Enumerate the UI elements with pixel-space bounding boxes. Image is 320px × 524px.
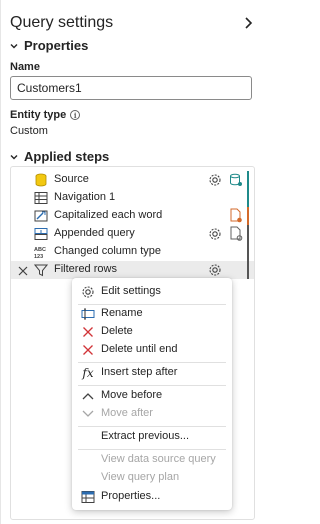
menu-item-label: Move after — [101, 407, 153, 419]
properties-heading: Properties — [24, 38, 89, 53]
chevron-down-icon — [81, 407, 95, 421]
gear-icon — [81, 285, 95, 299]
rename-icon — [81, 307, 95, 321]
step-label: Navigation 1 — [54, 191, 116, 203]
delete-step-icon[interactable] — [17, 264, 29, 276]
menu-item-label: Move before — [101, 389, 163, 401]
gear-icon[interactable] — [208, 263, 222, 277]
database-cylinder-icon — [33, 172, 49, 188]
step-label: Changed column type — [54, 245, 162, 257]
delete-x-icon — [81, 325, 95, 339]
step-status-bar — [247, 243, 249, 261]
diagnostic-icon[interactable] — [229, 172, 243, 188]
step-appended-query[interactable]: Appended query — [11, 225, 254, 243]
info-icon[interactable]: i — [70, 110, 81, 120]
menu-item-label: Rename — [101, 307, 143, 319]
menu-item-insert-step-after[interactable]: fx Insert step after — [72, 364, 232, 382]
step-context-menu: Edit settings Rename Delete Delete until… — [72, 278, 232, 510]
menu-item-label: Edit settings — [101, 285, 161, 297]
menu-item-edit-settings[interactable]: Edit settings — [72, 283, 232, 301]
menu-item-label: View data source query — [101, 453, 216, 465]
append-table-icon — [33, 226, 49, 242]
menu-separator — [78, 449, 226, 450]
step-label: Capitalized each word — [54, 209, 163, 221]
step-status-bar — [247, 261, 249, 279]
applied-steps-section-toggle[interactable]: Applied steps — [10, 149, 109, 164]
menu-item-label: Delete — [101, 325, 133, 337]
table-grid-icon — [33, 190, 49, 206]
panel-title: Query settings — [10, 14, 114, 31]
menu-item-label: Properties... — [101, 490, 161, 502]
delete-x-icon — [81, 343, 95, 357]
svg-text:ABC: ABC — [34, 247, 46, 253]
chevron-right-icon[interactable] — [241, 16, 255, 30]
step-status-bar — [247, 171, 249, 189]
applied-steps-heading: Applied steps — [24, 149, 110, 164]
menu-item-label: Insert step after — [101, 366, 178, 378]
gear-icon[interactable] — [208, 227, 222, 241]
transform-text-icon — [33, 208, 49, 224]
properties-section-toggle[interactable]: Properties — [10, 38, 88, 53]
step-status-bar — [247, 207, 249, 225]
gear-icon[interactable] — [208, 173, 222, 187]
filter-funnel-icon — [33, 262, 49, 278]
warning-document-icon[interactable] — [229, 208, 243, 224]
document-gray-icon[interactable] — [229, 226, 243, 242]
menu-item-label: Extract previous... — [101, 430, 190, 442]
menu-item-rename[interactable]: Rename — [72, 305, 232, 323]
entity-type-label-text: Entity type — [10, 109, 67, 121]
query-settings-panel: Query settings Properties Name Entity ty… — [0, 0, 266, 524]
entity-type-value: Custom — [10, 125, 48, 137]
chevron-down-icon — [10, 153, 18, 161]
menu-separator — [78, 385, 226, 386]
name-input[interactable] — [10, 76, 252, 100]
step-status-bar — [247, 189, 249, 207]
panel-header: Query settings — [10, 12, 255, 34]
step-navigation-1[interactable]: Navigation 1 — [11, 189, 254, 207]
step-source[interactable]: Source — [11, 171, 254, 189]
entity-type-label: Entity type i — [10, 109, 81, 121]
step-filtered-rows[interactable]: Filtered rows — [11, 261, 254, 279]
chevron-up-icon — [81, 389, 95, 403]
menu-item-view-data-source-query[interactable]: View data source query — [72, 451, 232, 469]
abc-123-type-icon: ABC 123 — [33, 244, 49, 260]
step-status-bar — [247, 225, 249, 243]
menu-item-label: View query plan — [101, 471, 180, 483]
menu-separator — [78, 426, 226, 427]
menu-item-delete-until-end[interactable]: Delete until end — [72, 341, 232, 359]
menu-item-delete[interactable]: Delete — [72, 323, 232, 341]
step-label: Filtered rows — [54, 263, 117, 275]
menu-item-move-after[interactable]: Move after — [72, 405, 232, 423]
svg-text:123: 123 — [34, 254, 43, 259]
fx-icon: fx — [82, 366, 94, 380]
menu-item-move-before[interactable]: Move before — [72, 387, 232, 405]
menu-item-label: Delete until end — [101, 343, 178, 355]
step-label: Appended query — [54, 227, 135, 239]
properties-table-icon — [81, 490, 95, 504]
chevron-down-icon — [10, 42, 18, 50]
step-changed-column-type[interactable]: ABC 123 Changed column type — [11, 243, 254, 261]
menu-item-extract-previous[interactable]: Extract previous... — [72, 428, 232, 446]
menu-item-view-query-plan[interactable]: View query plan — [72, 469, 232, 487]
menu-item-properties[interactable]: Properties... — [72, 488, 232, 506]
name-label: Name — [10, 61, 40, 73]
step-label: Source — [54, 173, 89, 185]
step-capitalized-each-word[interactable]: Capitalized each word — [11, 207, 254, 225]
menu-separator — [78, 362, 226, 363]
